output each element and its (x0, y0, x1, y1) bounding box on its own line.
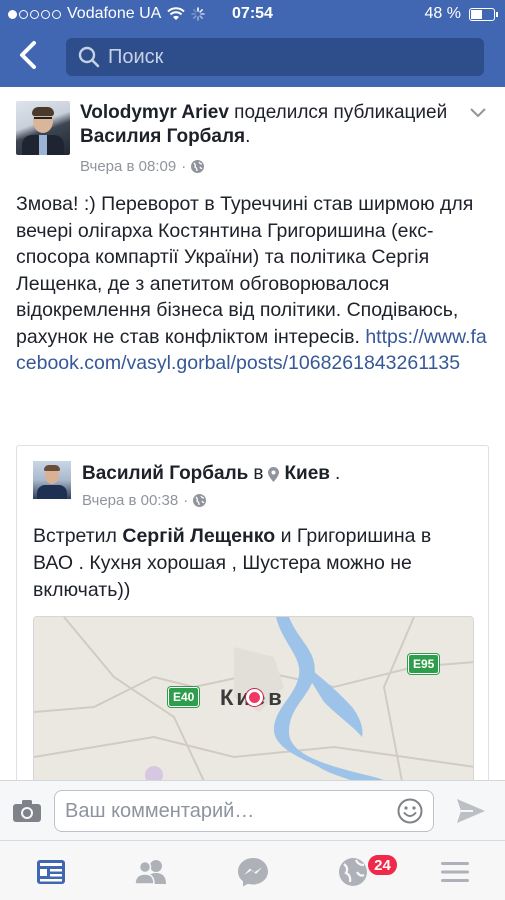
battery-icon (469, 7, 498, 21)
globe-icon (193, 494, 207, 507)
battery-percent: 48 % (424, 5, 461, 22)
in-word: в (253, 463, 264, 484)
author-name[interactable]: Volodymyr Ariev (80, 102, 229, 123)
road-badge-e95: E95 (408, 654, 440, 674)
back-arrow-icon[interactable] (14, 38, 44, 72)
globe-icon (191, 160, 205, 173)
notifications-globe-icon[interactable] (336, 856, 370, 888)
post-meta: Вчера в 08:09 · (80, 158, 205, 175)
chevron-down-icon[interactable] (469, 107, 487, 119)
shared-meta: Вчера в 00:38 · (82, 492, 207, 509)
share-action: поделился публикацией (234, 102, 448, 123)
location-map[interactable]: E40 E95 Киев (33, 616, 474, 785)
comment-placeholder: Ваш комментарий… (65, 799, 255, 822)
avatar[interactable] (16, 101, 70, 155)
camera-icon[interactable] (12, 799, 42, 823)
shared-author[interactable]: Василий Горбаль (82, 463, 248, 485)
location-pin-icon (268, 466, 280, 482)
comment-input[interactable]: Ваш комментарий… (54, 790, 434, 832)
shared-time[interactable]: Вчера в 00:38 (82, 492, 178, 509)
post-body: Змова! :) Переворот в Туреччині став шир… (16, 193, 474, 348)
friends-tab-icon[interactable] (134, 856, 168, 888)
menu-tab-icon[interactable] (438, 856, 472, 888)
comment-bar: Ваш комментарий… (0, 780, 505, 840)
send-icon[interactable] (455, 797, 487, 825)
shared-post[interactable]: Василий Горбаль в Киев. Вчера в 00:38 · … (16, 445, 489, 785)
search-placeholder: Поиск (108, 45, 164, 68)
shared-text-part: Встретил (33, 525, 123, 547)
notifications-badge: 24 (366, 853, 399, 877)
tagged-person[interactable]: Сергій Лещенко (122, 525, 275, 547)
map-pin-icon (246, 689, 263, 706)
messenger-tab-icon[interactable] (236, 856, 270, 888)
search-input[interactable]: Поиск (66, 38, 484, 76)
top-header: Vodafone UA 07:54 48 % Поиск (0, 0, 505, 87)
shared-from-name[interactable]: Василия Горбаля (80, 126, 245, 147)
battery-info: 48 % (424, 5, 498, 23)
shared-header: Василий Горбаль в Киев. (82, 463, 341, 485)
search-icon (78, 46, 100, 68)
shared-avatar[interactable] (33, 461, 71, 499)
status-bar: Vodafone UA 07:54 48 % (0, 0, 505, 30)
shared-text: Встретил Сергій Лещенко и Григоришина в … (33, 523, 473, 604)
emoji-icon[interactable] (397, 798, 423, 824)
post-header: Volodymyr Ariev поделился публикацией Ва… (80, 102, 448, 147)
tab-bar: 24 (0, 840, 505, 900)
news-feed-tab-icon[interactable] (34, 856, 68, 888)
post-time[interactable]: Вчера в 08:09 (80, 158, 176, 175)
nav-bar: Поиск (0, 30, 505, 87)
location-name[interactable]: Киев (284, 463, 330, 485)
road-badge-e40: E40 (168, 687, 200, 707)
post-text: Змова! :) Переворот в Туреччині став шир… (16, 191, 492, 377)
